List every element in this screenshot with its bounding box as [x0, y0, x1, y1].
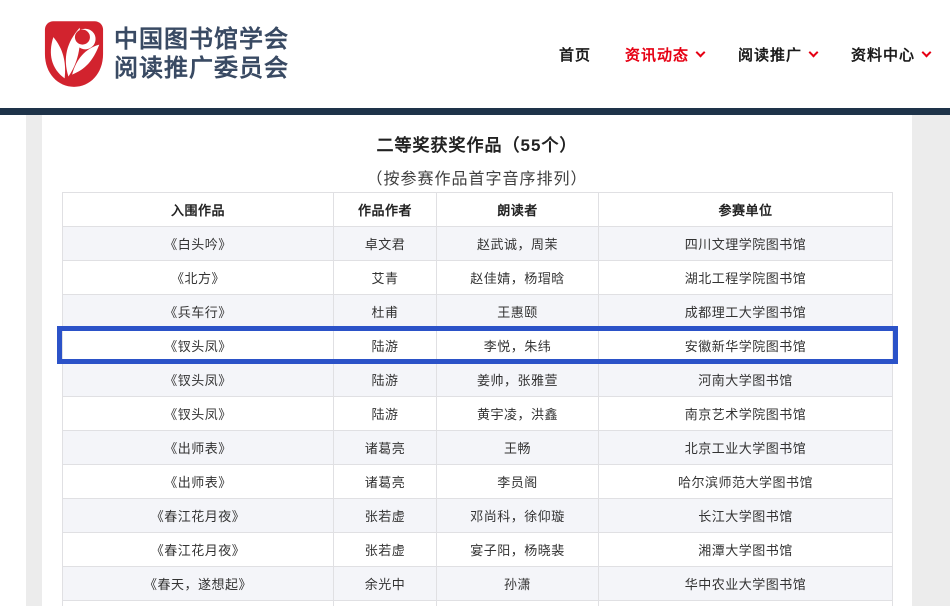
page: 中国图书馆学会 阅读推广委员会 首页 资讯动态 阅读推广 资料中心 二等奖获奖作… — [0, 0, 950, 606]
cell-reader: 黄宇凌，洪鑫 — [437, 397, 599, 431]
site-logo[interactable]: 中国图书馆学会 阅读推广委员会 — [44, 17, 306, 91]
col-header-unit: 参赛单位 — [599, 193, 893, 227]
table-header-row: 入围作品 作品作者 朗读者 参赛单位 — [63, 193, 893, 227]
table-row: 《北方》 艾青 赵佳婧，杨瑁晗 湖北工程学院图书馆 — [63, 261, 893, 295]
nav-item-label: 首页 — [559, 44, 591, 65]
cell-author: 张若虚 — [334, 499, 437, 533]
award-table: 入围作品 作品作者 朗读者 参赛单位 《白头吟》 卓文君 赵武诚，周茉 四川文理… — [62, 192, 893, 606]
cell-author: 陆游 — [334, 329, 437, 363]
nav-item-label: 阅读推广 — [738, 44, 802, 65]
table-row: 《春江花月夜》 张若虚 宴子阳，杨晓裴 湘潭大学图书馆 — [63, 533, 893, 567]
cell-reader: 孙潇 — [437, 567, 599, 601]
cell-reader — [437, 601, 599, 606]
cell-unit: 成都理工大学图书馆 — [599, 295, 893, 329]
nav-item-label: 资讯动态 — [625, 44, 689, 65]
cell-author: 诸葛亮 — [334, 431, 437, 465]
content-card: 二等奖获奖作品（55个） （按参赛作品首字音序排列） 入围作品 作品作者 朗读者… — [42, 115, 912, 606]
cell-work: 《出师表》 — [63, 465, 334, 499]
award-table-wrap: 入围作品 作品作者 朗读者 参赛单位 《白头吟》 卓文君 赵武诚，周茉 四川文理… — [62, 192, 892, 606]
table-row-partial — [63, 601, 893, 606]
cell-author: 余光中 — [334, 567, 437, 601]
cell-unit: 四川文理学院图书馆 — [599, 227, 893, 261]
cell-author: 陆游 — [334, 397, 437, 431]
cell-work: 《出师表》 — [63, 431, 334, 465]
nav-item-label: 资料中心 — [851, 44, 915, 65]
cell-work: 《春江花月夜》 — [63, 533, 334, 567]
chevron-down-icon — [809, 47, 819, 57]
cell-reader: 李员阁 — [437, 465, 599, 499]
cell-author: 杜甫 — [334, 295, 437, 329]
table-body: 《白头吟》 卓文君 赵武诚，周茉 四川文理学院图书馆 《北方》 艾青 赵佳婧，杨… — [63, 227, 893, 606]
cell-reader: 赵佳婧，杨瑁晗 — [437, 261, 599, 295]
table-row: 《白头吟》 卓文君 赵武诚，周茉 四川文理学院图书馆 — [63, 227, 893, 261]
cell-unit: 河南大学图书馆 — [599, 363, 893, 397]
cell-author: 艾青 — [334, 261, 437, 295]
cell-work: 《钗头凤》 — [63, 329, 334, 363]
cell-reader: 王畅 — [437, 431, 599, 465]
cell-work: 《春天，遂想起》 — [63, 567, 334, 601]
cell-work — [63, 601, 334, 606]
cell-unit: 长江大学图书馆 — [599, 499, 893, 533]
cell-author: 诸葛亮 — [334, 465, 437, 499]
nav-item[interactable]: 资料中心 — [851, 44, 930, 65]
col-header-reader: 朗读者 — [437, 193, 599, 227]
chevron-down-icon — [696, 47, 706, 57]
cell-author: 陆游 — [334, 363, 437, 397]
cell-unit: 北京工业大学图书馆 — [599, 431, 893, 465]
cell-work: 《钗头凤》 — [63, 397, 334, 431]
award-section-title: 二等奖获奖作品（55个） — [42, 131, 912, 156]
cell-unit: 南京艺术学院图书馆 — [599, 397, 893, 431]
cell-reader: 姜帅，张雅萱 — [437, 363, 599, 397]
cell-unit: 湘潭大学图书馆 — [599, 533, 893, 567]
cell-reader: 邓尚科，徐仰璇 — [437, 499, 599, 533]
cell-work: 《钗头凤》 — [63, 363, 334, 397]
table-row: 《出师表》 诸葛亮 李员阁 哈尔滨师范大学图书馆 — [63, 465, 893, 499]
nav-item[interactable]: 资讯动态 — [625, 44, 704, 65]
table-row: 《钗头凤》 陆游 黄宇凌，洪鑫 南京艺术学院图书馆 — [63, 397, 893, 431]
table-row: 《钗头凤》 陆游 李悦，朱纬 安徽新华学院图书馆 — [63, 329, 893, 363]
cell-author — [334, 601, 437, 606]
site-header: 中国图书馆学会 阅读推广委员会 首页 资讯动态 阅读推广 资料中心 — [0, 0, 950, 108]
logo-icon — [44, 19, 104, 89]
cell-reader: 宴子阳，杨晓裴 — [437, 533, 599, 567]
header-divider-bar — [0, 108, 950, 115]
chevron-down-icon — [922, 47, 932, 57]
site-title-line1: 中国图书馆学会 — [114, 25, 289, 54]
table-row: 《钗头凤》 陆游 姜帅，张雅萱 河南大学图书馆 — [63, 363, 893, 397]
col-header-author: 作品作者 — [334, 193, 437, 227]
col-header-work: 入围作品 — [63, 193, 334, 227]
cell-author: 卓文君 — [334, 227, 437, 261]
table-row: 《出师表》 诸葛亮 王畅 北京工业大学图书馆 — [63, 431, 893, 465]
table-row: 《春江花月夜》 张若虚 邓尚科，徐仰璇 长江大学图书馆 — [63, 499, 893, 533]
cell-unit — [599, 601, 893, 606]
cell-unit: 华中农业大学图书馆 — [599, 567, 893, 601]
cell-work: 《北方》 — [63, 261, 334, 295]
cell-work: 《白头吟》 — [63, 227, 334, 261]
award-section-subtitle: （按参赛作品首字音序排列） — [42, 165, 912, 189]
table-row: 《春天，遂想起》 余光中 孙潇 华中农业大学图书馆 — [63, 567, 893, 601]
cell-unit: 湖北工程学院图书馆 — [599, 261, 893, 295]
cell-reader: 李悦，朱纬 — [437, 329, 599, 363]
site-title-line2: 阅读推广委员会 — [114, 54, 289, 83]
cell-work: 《兵车行》 — [63, 295, 334, 329]
cell-work: 《春江花月夜》 — [63, 499, 334, 533]
cell-reader: 王惠颐 — [437, 295, 599, 329]
main-nav: 首页 资讯动态 阅读推广 资料中心 — [559, 0, 930, 108]
site-title: 中国图书馆学会 阅读推广委员会 — [114, 25, 289, 83]
cell-unit: 哈尔滨师范大学图书馆 — [599, 465, 893, 499]
table-row: 《兵车行》 杜甫 王惠颐 成都理工大学图书馆 — [63, 295, 893, 329]
cell-unit: 安徽新华学院图书馆 — [599, 329, 893, 363]
nav-item[interactable]: 阅读推广 — [738, 44, 817, 65]
cell-reader: 赵武诚，周茉 — [437, 227, 599, 261]
cell-author: 张若虚 — [334, 533, 437, 567]
nav-item[interactable]: 首页 — [559, 44, 591, 65]
